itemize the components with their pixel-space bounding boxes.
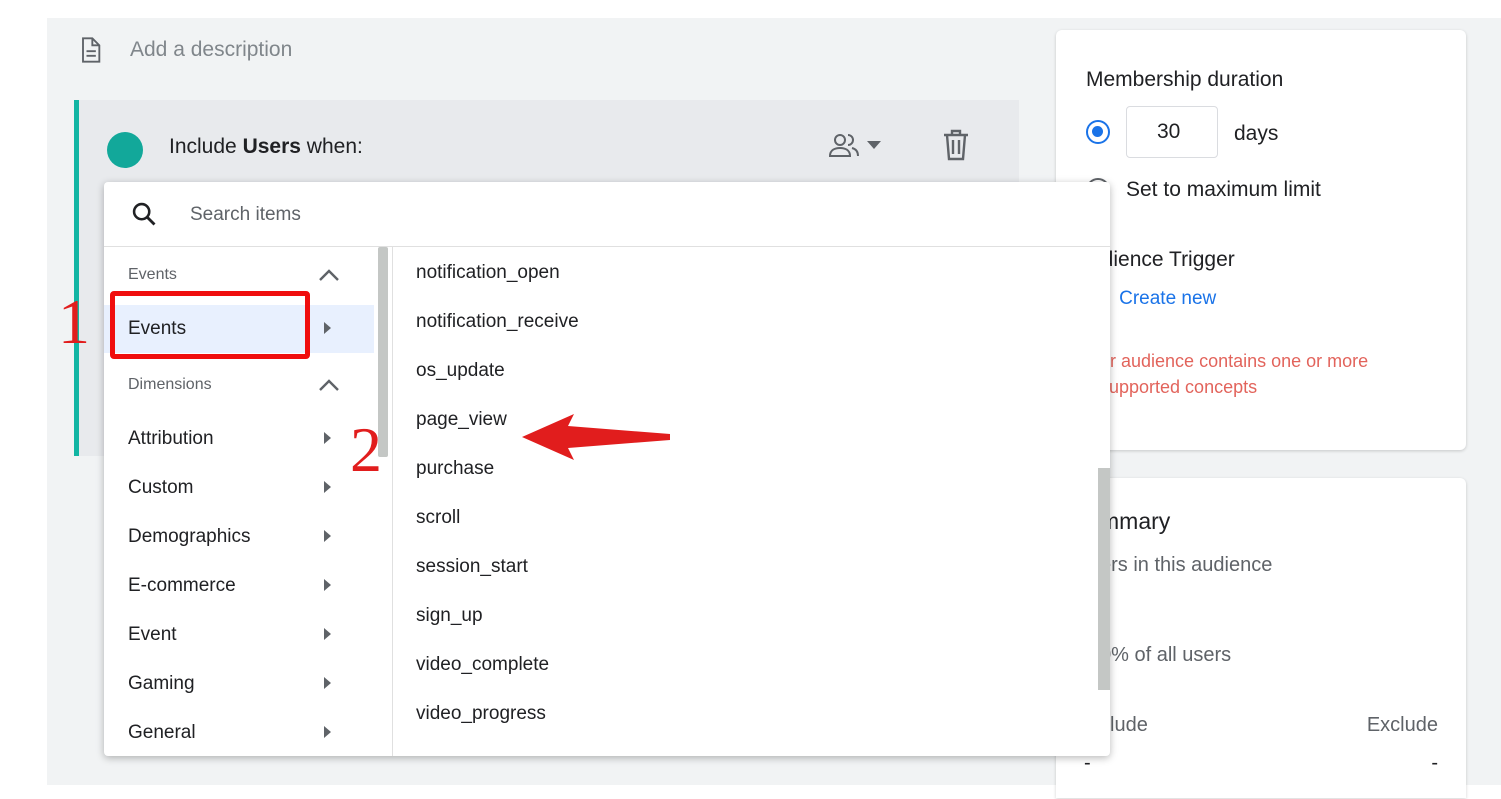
description-row[interactable]: Add a description	[76, 32, 292, 68]
event-list-item[interactable]: sign_up	[416, 605, 483, 627]
dimensions-header: Dimensions	[128, 376, 212, 393]
event-list-item[interactable]: page_view	[416, 409, 507, 431]
create-new-link[interactable]: + Create new	[1098, 288, 1216, 310]
membership-duration-title: Membership duration	[1086, 68, 1284, 91]
summary-exclude-value: -	[1431, 752, 1438, 774]
caret-right-icon	[324, 726, 331, 738]
category-label: Event	[128, 624, 177, 645]
summary-exclude-label: Exclude	[1366, 714, 1438, 736]
caret-right-icon	[324, 322, 331, 334]
search-icon	[132, 202, 156, 226]
category-label: Demographics	[128, 526, 251, 547]
category-item[interactable]: General	[104, 709, 374, 756]
category-item[interactable]: E-commerce	[104, 562, 374, 610]
caret-right-icon	[324, 677, 331, 689]
include-users-label: Include Users when:	[169, 135, 363, 158]
chevron-up-icon[interactable]	[318, 268, 340, 282]
summary-users: ers in this audience	[1100, 554, 1273, 576]
audience-trigger-title: udience Trigger	[1090, 248, 1235, 271]
category-label: Gaming	[128, 673, 195, 694]
category-item[interactable]: Event	[104, 611, 374, 659]
category-item[interactable]: Demographics	[104, 513, 374, 561]
group-color-dot	[107, 132, 143, 168]
event-list-item[interactable]: session_start	[416, 556, 528, 578]
annotation-step-1: 1	[58, 286, 90, 357]
event-list: notification_foregroundnotification_open…	[393, 247, 1110, 756]
description-placeholder: Add a description	[130, 38, 293, 61]
annotation-arrow	[522, 414, 670, 460]
event-list-item[interactable]: notification_open	[416, 262, 560, 284]
caret-right-icon	[324, 530, 331, 542]
category-label: Attribution	[128, 428, 214, 449]
summary-title: mmary	[1100, 508, 1171, 534]
event-list-item[interactable]: video_progress	[416, 703, 546, 725]
annotation-highlight-box	[110, 291, 310, 359]
search-input[interactable]	[188, 196, 792, 234]
caret-right-icon	[324, 579, 331, 591]
category-item[interactable]: Custom	[104, 464, 374, 512]
caret-right-icon	[324, 481, 331, 493]
warning-text: ur audience contains one or more support…	[1100, 351, 1369, 397]
event-list-item[interactable]: notification_receive	[416, 311, 579, 333]
caret-down-icon	[867, 141, 881, 149]
summary-percent: 0% of all users	[1100, 644, 1232, 666]
event-list-item[interactable]: scroll	[416, 507, 460, 529]
scope-dropdown[interactable]	[827, 130, 891, 160]
item-picker-dropdown: Events EventsDimensionsAttributionCustom…	[104, 182, 1110, 756]
events-header: Events	[128, 266, 177, 283]
caret-right-icon	[324, 432, 331, 444]
membership-card: Membership duration 30 days Set to maxim…	[1056, 30, 1466, 450]
caret-right-icon	[324, 628, 331, 640]
category-item[interactable]: Gaming	[104, 660, 374, 708]
event-list-item[interactable]: os_update	[416, 360, 505, 382]
event-list-item[interactable]: purchase	[416, 458, 494, 480]
category-label: Custom	[128, 477, 194, 498]
days-label: days	[1234, 122, 1279, 145]
category-label: General	[128, 722, 196, 743]
trash-icon[interactable]	[941, 128, 971, 162]
document-icon	[82, 37, 101, 63]
items-scrollbar[interactable]	[1098, 468, 1110, 690]
people-icon	[828, 134, 859, 157]
category-item[interactable]: Attribution	[104, 415, 374, 463]
days-radio[interactable]	[1086, 120, 1110, 144]
summary-card: mmary ers in this audience 0% of all use…	[1056, 478, 1466, 798]
category-label: E-commerce	[128, 575, 236, 596]
event-list-item[interactable]: video_complete	[416, 654, 549, 676]
search-bar	[104, 182, 1110, 247]
chevron-up-icon[interactable]	[318, 378, 340, 392]
days-input[interactable]: 30	[1126, 106, 1218, 158]
annotation-step-2: 2	[350, 414, 382, 485]
max-limit-label: Set to maximum limit	[1126, 178, 1321, 201]
